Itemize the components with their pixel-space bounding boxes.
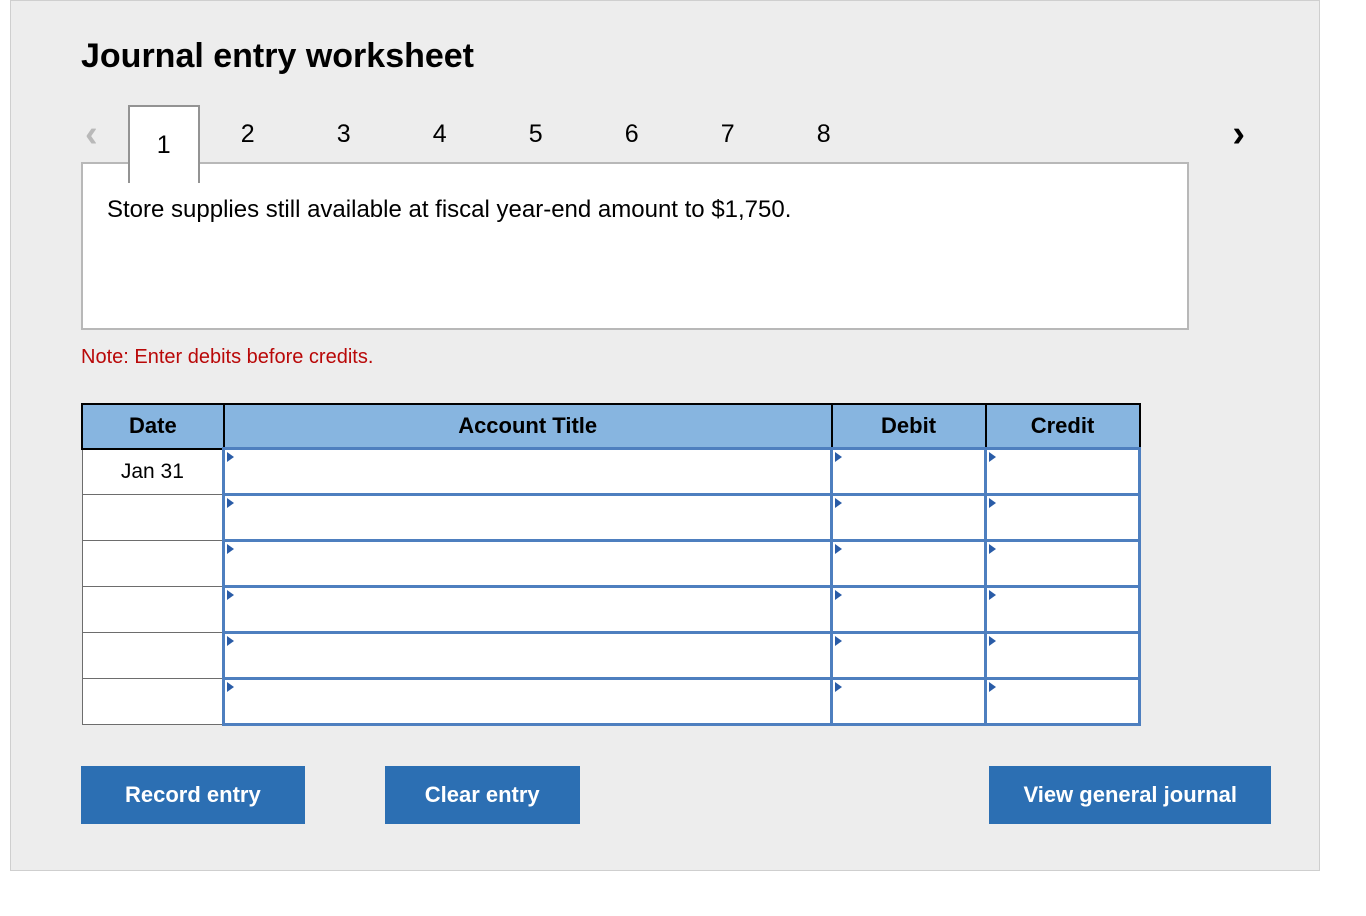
- table-row: [82, 679, 1140, 725]
- debit-cell[interactable]: [832, 495, 986, 541]
- step-2[interactable]: 2: [200, 104, 296, 164]
- journal-entry-table: Date Account Title Debit Credit Jan 31: [81, 403, 1141, 726]
- clear-entry-button[interactable]: Clear entry: [385, 766, 580, 824]
- worksheet-panel: Journal entry worksheet ‹ 1 2 3 4 5 6 7 …: [10, 0, 1320, 871]
- table-row: [82, 541, 1140, 587]
- credit-cell[interactable]: [986, 633, 1140, 679]
- chevron-right-icon[interactable]: ›: [1228, 115, 1249, 153]
- table-row: Jan 31: [82, 449, 1140, 495]
- credit-cell[interactable]: [986, 495, 1140, 541]
- date-cell[interactable]: [82, 587, 224, 633]
- col-date: Date: [82, 404, 224, 449]
- step-5[interactable]: 5: [488, 104, 584, 164]
- page-title: Journal entry worksheet: [81, 37, 1249, 76]
- debit-cell[interactable]: [832, 633, 986, 679]
- debit-cell[interactable]: [832, 449, 986, 495]
- col-account: Account Title: [224, 404, 832, 449]
- instruction-note: Note: Enter debits before credits.: [81, 346, 1249, 369]
- chevron-left-icon[interactable]: ‹: [81, 115, 102, 153]
- account-cell[interactable]: [224, 449, 832, 495]
- step-3[interactable]: 3: [296, 104, 392, 164]
- account-cell[interactable]: [224, 679, 832, 725]
- view-general-journal-button[interactable]: View general journal: [989, 766, 1271, 824]
- transaction-prompt: Store supplies still available at fiscal…: [81, 162, 1189, 330]
- action-buttons: Record entry Clear entry View general jo…: [81, 766, 1271, 824]
- credit-cell[interactable]: [986, 587, 1140, 633]
- table-row: [82, 495, 1140, 541]
- date-cell[interactable]: [82, 679, 224, 725]
- account-cell[interactable]: [224, 495, 832, 541]
- step-8[interactable]: 8: [776, 104, 872, 164]
- credit-cell[interactable]: [986, 679, 1140, 725]
- date-cell[interactable]: [82, 633, 224, 679]
- date-cell[interactable]: [82, 541, 224, 587]
- step-navigator: ‹ 1 2 3 4 5 6 7 8 ›: [81, 104, 1249, 164]
- table-header-row: Date Account Title Debit Credit: [82, 404, 1140, 449]
- col-debit: Debit: [832, 404, 986, 449]
- step-7[interactable]: 7: [680, 104, 776, 164]
- credit-cell[interactable]: [986, 449, 1140, 495]
- account-cell[interactable]: [224, 587, 832, 633]
- debit-cell[interactable]: [832, 679, 986, 725]
- account-cell[interactable]: [224, 541, 832, 587]
- step-4[interactable]: 4: [392, 104, 488, 164]
- table-row: [82, 587, 1140, 633]
- date-cell[interactable]: Jan 31: [82, 449, 224, 495]
- credit-cell[interactable]: [986, 541, 1140, 587]
- step-1[interactable]: 1: [128, 105, 200, 183]
- table-row: [82, 633, 1140, 679]
- debit-cell[interactable]: [832, 587, 986, 633]
- record-entry-button[interactable]: Record entry: [81, 766, 305, 824]
- col-credit: Credit: [986, 404, 1140, 449]
- debit-cell[interactable]: [832, 541, 986, 587]
- date-cell[interactable]: [82, 495, 224, 541]
- step-6[interactable]: 6: [584, 104, 680, 164]
- account-cell[interactable]: [224, 633, 832, 679]
